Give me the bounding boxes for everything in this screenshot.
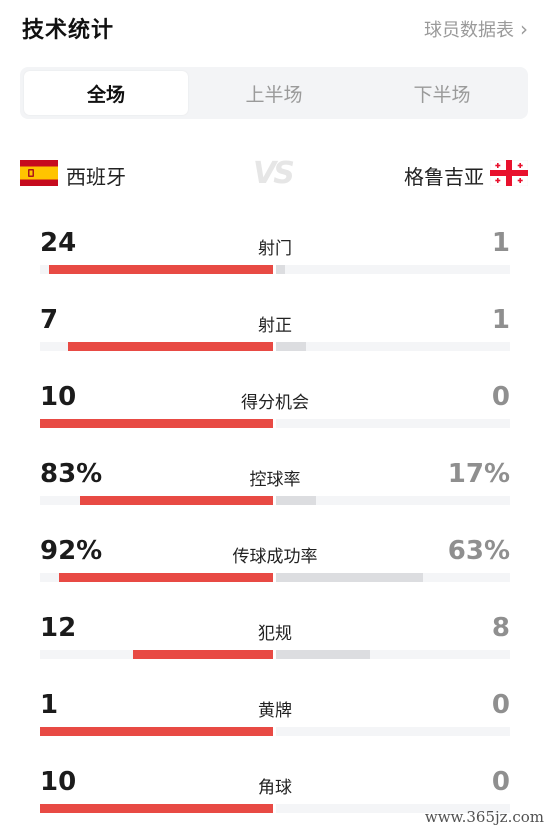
home-value: 7 xyxy=(40,305,59,335)
away-value: 0 xyxy=(491,690,510,720)
stat-row: 24 射门 1 xyxy=(0,228,550,280)
home-team-name: 西班牙 xyxy=(66,165,126,189)
away-bar-track xyxy=(276,496,510,505)
home-value: 24 xyxy=(40,228,77,258)
stat-label: 得分机会 xyxy=(241,393,309,413)
away-bar xyxy=(276,650,370,659)
away-value: 1 xyxy=(491,228,510,258)
away-value: 1 xyxy=(491,305,510,335)
home-bar-track xyxy=(40,727,273,736)
watermark: www.365jz.com xyxy=(424,808,544,826)
stat-label: 角球 xyxy=(258,778,292,798)
stat-row: 1 黄牌 0 xyxy=(0,690,550,742)
home-bar xyxy=(40,804,273,813)
away-bar xyxy=(276,573,423,582)
vs-label: VS xyxy=(253,156,295,191)
home-bar xyxy=(40,419,273,428)
home-bar xyxy=(133,650,273,659)
home-value: 12 xyxy=(40,613,77,643)
teams-row: 西班牙 VS 格鲁吉亚 xyxy=(0,150,550,196)
stat-label: 射正 xyxy=(258,316,292,336)
home-value: 10 xyxy=(40,767,77,797)
away-value: 17% xyxy=(447,459,510,489)
home-bar-track xyxy=(40,265,273,274)
player-stats-link[interactable]: 球员数据表 › xyxy=(424,16,528,42)
away-bar-track xyxy=(276,650,510,659)
stat-label: 黄牌 xyxy=(258,701,292,721)
stat-label: 犯规 xyxy=(258,624,292,644)
tab-full-match[interactable]: 全场 xyxy=(24,71,188,115)
away-value: 63% xyxy=(447,536,510,566)
home-bar-track xyxy=(40,419,273,428)
stat-label: 控球率 xyxy=(249,470,301,490)
home-value: 10 xyxy=(40,382,77,412)
home-bar xyxy=(59,573,273,582)
stat-row: 10 得分机会 0 xyxy=(0,382,550,434)
away-bar xyxy=(276,342,306,351)
player-stats-link-label: 球员数据表 xyxy=(424,20,514,41)
tab-first-half[interactable]: 上半场 xyxy=(192,71,356,115)
stat-row: 83% 控球率 17% xyxy=(0,459,550,511)
chevron-right-icon: › xyxy=(520,17,528,41)
away-bar-track xyxy=(276,419,510,428)
away-value: 0 xyxy=(491,382,510,412)
away-bar-track xyxy=(276,573,510,582)
page-title: 技术统计 xyxy=(22,18,115,43)
home-value: 83% xyxy=(40,459,103,489)
home-bar-track xyxy=(40,650,273,659)
stat-row: 7 射正 1 xyxy=(0,305,550,357)
home-bar-track xyxy=(40,496,273,505)
away-bar-track xyxy=(276,342,510,351)
home-bar xyxy=(80,496,273,505)
away-bar-track xyxy=(276,265,510,274)
header: 技术统计 球员数据表 › xyxy=(0,0,550,60)
home-bar-track xyxy=(40,342,273,351)
home-value: 92% xyxy=(40,536,103,566)
tab-second-half[interactable]: 下半场 xyxy=(360,71,524,115)
away-bar-track xyxy=(276,727,510,736)
period-tabs: 全场 上半场 下半场 xyxy=(20,67,528,119)
spain-flag-icon xyxy=(20,160,58,186)
stat-label: 射门 xyxy=(258,239,292,259)
stat-label: 传球成功率 xyxy=(232,547,318,567)
home-value: 1 xyxy=(40,690,59,720)
home-bar-track xyxy=(40,804,273,813)
away-bar xyxy=(276,496,316,505)
home-bar xyxy=(40,727,273,736)
stat-row: 92% 传球成功率 63% xyxy=(0,536,550,588)
away-team-name: 格鲁吉亚 xyxy=(404,165,484,189)
away-value: 0 xyxy=(491,767,510,797)
stat-row: 12 犯规 8 xyxy=(0,613,550,665)
georgia-flag-icon xyxy=(490,160,528,186)
home-bar xyxy=(49,265,273,274)
away-bar xyxy=(276,265,285,274)
home-bar-track xyxy=(40,573,273,582)
home-bar xyxy=(68,342,273,351)
away-value: 8 xyxy=(491,613,510,643)
